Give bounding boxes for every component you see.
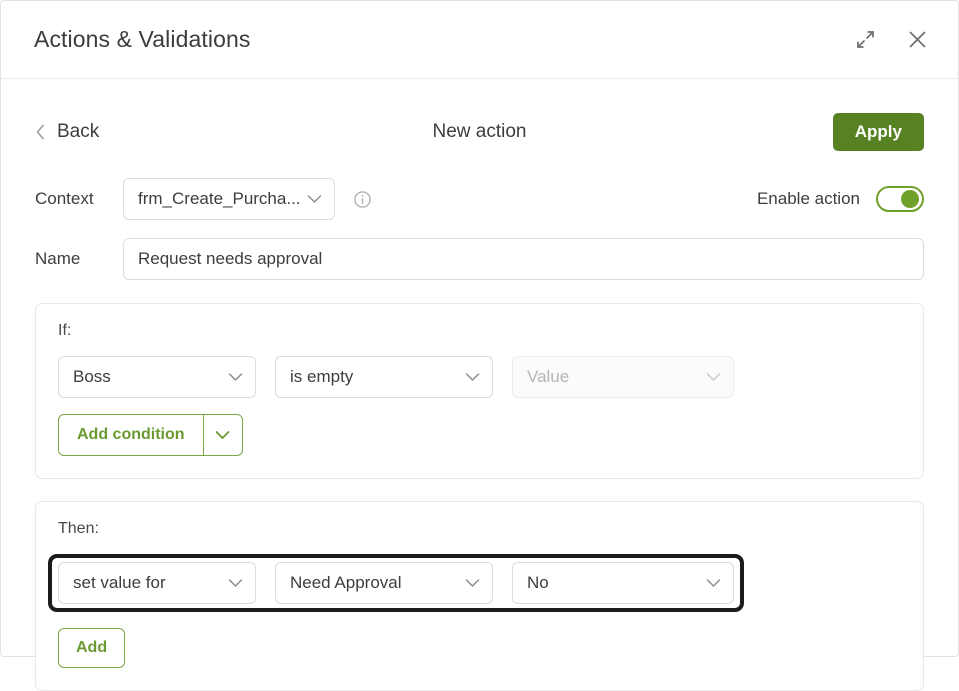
then-card: Then: set value for Need Approval No Add <box>35 501 924 691</box>
chevron-down-icon <box>706 372 721 382</box>
enable-action-label: Enable action <box>756 189 860 208</box>
condition-operator-value: is empty <box>290 367 354 386</box>
context-row: Context frm_Create_Purcha... Enable acti… <box>35 177 924 221</box>
expand-diagonal-icon[interactable] <box>850 25 880 55</box>
dialog-title: Actions & Validations <box>34 26 251 52</box>
back-button[interactable]: Back <box>35 121 99 143</box>
action-value-select[interactable]: No <box>512 562 734 604</box>
if-label: If: <box>58 322 72 339</box>
dialog-titlebar: Actions & Validations <box>1 1 958 79</box>
titlebar-actions <box>850 25 932 55</box>
info-circle-icon[interactable] <box>353 190 372 209</box>
apply-button[interactable]: Apply <box>832 113 924 151</box>
chevron-down-icon <box>228 578 243 588</box>
name-label: Name <box>35 249 81 268</box>
action-operation-value: set value for <box>73 573 166 592</box>
name-row: Name <box>35 237 924 281</box>
chevron-left-icon <box>35 124 46 140</box>
chevron-down-icon <box>706 578 721 588</box>
back-label: Back <box>57 121 100 142</box>
action-target-select[interactable]: Need Approval <box>275 562 493 604</box>
condition-field-value: Boss <box>73 367 111 386</box>
context-label: Context <box>35 189 94 208</box>
chevron-down-icon <box>465 578 480 588</box>
action-target-value: Need Approval <box>290 573 402 592</box>
add-action-button[interactable]: Add <box>58 628 126 668</box>
enable-action-wrap: Enable action <box>757 186 924 212</box>
name-input[interactable] <box>123 238 924 280</box>
toggle-knob <box>901 190 919 208</box>
then-action-row-focus-highlight: set value for Need Approval No <box>48 554 744 612</box>
page-title: New action <box>432 121 527 142</box>
condition-operator-select[interactable]: is empty <box>275 356 493 398</box>
context-select-value: frm_Create_Purcha... <box>138 189 301 208</box>
close-icon[interactable] <box>902 25 932 55</box>
then-label: Then: <box>58 520 99 537</box>
condition-value-placeholder: Value <box>527 367 570 386</box>
chevron-down-icon <box>228 372 243 382</box>
context-select[interactable]: frm_Create_Purcha... <box>123 178 335 220</box>
chevron-down-icon <box>465 372 480 382</box>
add-condition-dropdown-toggle[interactable] <box>202 415 242 455</box>
condition-field-select[interactable]: Boss <box>58 356 256 398</box>
enable-action-toggle[interactable] <box>876 186 924 212</box>
action-nav-row: Back New action Apply <box>35 101 924 163</box>
dialog-body: Back New action Apply Context frm_Create… <box>1 101 958 691</box>
actions-validations-dialog: Actions & Validations Back New action Ap… <box>0 0 959 691</box>
if-card: If: Boss is empty Value Add condition <box>35 303 924 479</box>
action-value-value: No <box>527 573 549 592</box>
condition-row: Boss is empty Value <box>58 356 901 398</box>
condition-value-select: Value <box>512 356 734 398</box>
action-operation-select[interactable]: set value for <box>58 562 256 604</box>
chevron-down-icon <box>307 194 322 204</box>
add-condition-label: Add condition <box>77 426 185 443</box>
add-condition-button[interactable]: Add condition <box>58 414 243 456</box>
